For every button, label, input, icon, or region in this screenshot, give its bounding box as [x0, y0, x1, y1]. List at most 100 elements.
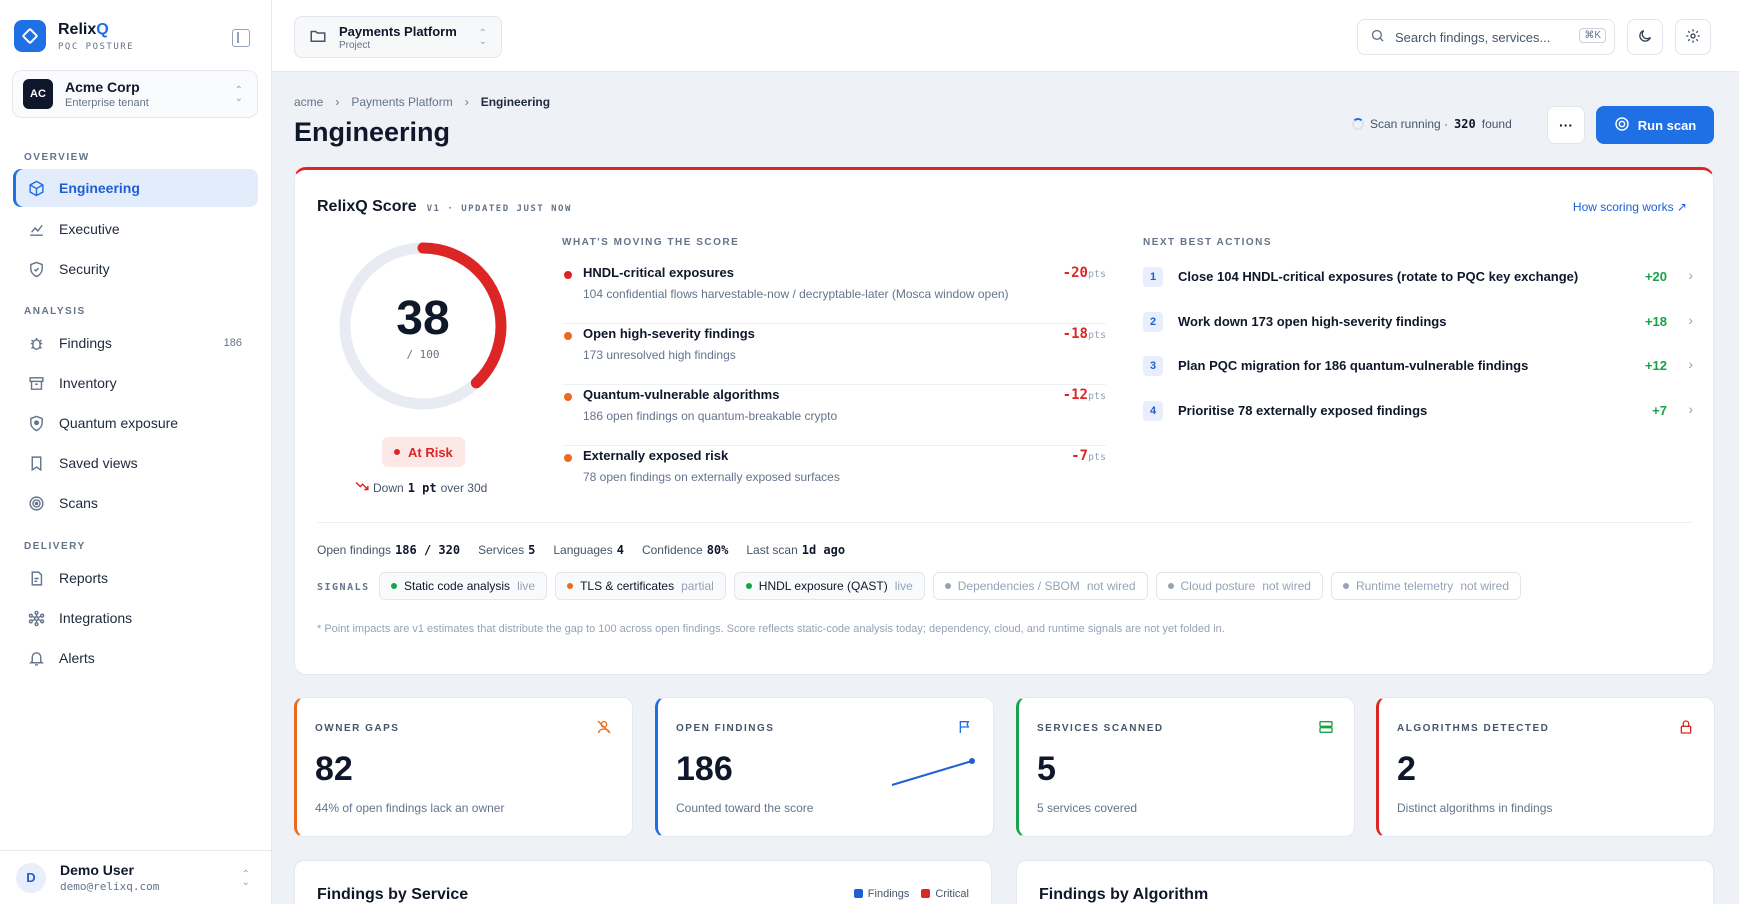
breadcrumb-item[interactable]: Payments Platform — [351, 95, 452, 109]
kpi-value: 2 — [1397, 750, 1416, 788]
kpi-title: OPEN FINDINGS — [676, 723, 775, 734]
kpi-card-services-scanned[interactable]: SERVICES SCANNED 5 5 services covered — [1016, 697, 1355, 837]
signal-chip[interactable]: HNDL exposure (QAST) live — [733, 572, 925, 600]
breadcrumb-item[interactable]: acme — [294, 95, 323, 109]
mover-title: Open high-severity findings — [583, 326, 755, 341]
run-scan-button[interactable]: Run scan — [1596, 106, 1714, 144]
user-menu[interactable]: D Demo User demo@relixq.com ⌃ ⌄ — [0, 850, 272, 904]
tenant-switcher[interactable]: AC Acme Corp Enterprise tenant ⌃ ⌄ — [12, 70, 258, 118]
kpi-title: SERVICES SCANNED — [1037, 723, 1164, 734]
action-item[interactable]: 4 Prioritise 78 externally exposed findi… — [1143, 395, 1693, 435]
sidebar-item-executive[interactable]: Executive — [13, 210, 258, 248]
mover-subtitle: 104 confidential flows harvestable-now /… — [583, 287, 1009, 301]
findings-count-badge: 186 — [223, 337, 242, 349]
findings-by-service-card: Findings by Service Findings Critical — [294, 860, 992, 904]
mover-title: Externally exposed risk — [583, 448, 729, 463]
archive-icon — [27, 374, 45, 392]
folder-icon — [309, 27, 327, 48]
list-item[interactable]: HNDL-critical exposures 104 confidential… — [562, 263, 1106, 324]
user-off-icon — [596, 719, 612, 738]
sidebar-item-scans[interactable]: Scans — [13, 484, 258, 522]
gear-icon — [1685, 28, 1701, 47]
score-max: / 100 — [406, 348, 440, 361]
action-item[interactable]: 3 Plan PQC migration for 186 quantum-vul… — [1143, 350, 1693, 390]
kpi-card-algorithms-detected[interactable]: ALGORITHMS DETECTED 2 Distinct algorithm… — [1376, 697, 1715, 837]
chevron-right-icon: › — [1688, 356, 1693, 372]
chevron-updown-icon: ⌃ ⌄ — [241, 869, 250, 888]
action-title: Prioritise 78 externally exposed finding… — [1178, 403, 1428, 418]
list-item[interactable]: Open high-severity findings 173 unresolv… — [562, 324, 1106, 385]
theme-toggle-button[interactable] — [1627, 19, 1663, 55]
chart-legend: Findings Critical — [853, 888, 969, 900]
action-item[interactable]: 1 Close 104 HNDL-critical exposures (rot… — [1143, 261, 1693, 301]
mover-title: HNDL-critical exposures — [583, 265, 734, 280]
signal-chip[interactable]: TLS & certificates partial — [555, 572, 726, 600]
score-meta: V1 · UPDATED JUST NOW — [426, 204, 572, 214]
tenant-avatar: AC — [23, 79, 53, 109]
signal-chip[interactable]: Cloud posture not wired — [1155, 572, 1323, 600]
sidebar-item-quantum-exposure[interactable]: Quantum exposure — [13, 404, 258, 442]
kpi-subtitle: 5 services covered — [1037, 801, 1138, 815]
sidebar-item-label: Integrations — [59, 610, 133, 626]
stat-open-findings: Open findings 186 / 320 — [317, 543, 461, 557]
signal-chip[interactable]: Runtime telemetry not wired — [1330, 572, 1522, 600]
sidebar-item-alerts[interactable]: Alerts — [13, 639, 258, 677]
action-points: +7 — [1652, 403, 1667, 418]
kpi-card-open-findings[interactable]: OPEN FINDINGS 186 Counted toward the sco… — [655, 697, 994, 837]
sidebar-item-findings[interactable]: Findings 186 — [13, 324, 258, 362]
card-title: Findings by Algorithm — [1039, 886, 1209, 903]
search-input[interactable]: Search findings, services... ⌘K — [1357, 19, 1615, 55]
brand-logo-icon — [14, 20, 46, 52]
sidebar-item-inventory[interactable]: Inventory — [13, 364, 258, 402]
action-number: 4 — [1143, 401, 1163, 421]
search-shortcut: ⌘K — [1579, 28, 1606, 43]
sidebar-item-engineering[interactable]: Engineering — [13, 169, 258, 207]
status-dot — [745, 583, 752, 589]
sidebar-item-saved-views[interactable]: Saved views — [13, 444, 258, 482]
sidebar-item-security[interactable]: Security — [13, 250, 258, 288]
project-switcher[interactable]: Payments Platform Project ⌃ ⌄ — [294, 16, 502, 58]
how-scoring-works-link[interactable]: How scoring works ↗ — [1573, 200, 1687, 214]
search-icon — [1370, 28, 1385, 46]
more-options-button[interactable]: ··· — [1547, 106, 1585, 144]
kpi-subtitle: 44% of open findings lack an owner — [315, 801, 505, 815]
sidebar-item-label: Inventory — [59, 375, 117, 391]
signal-chip[interactable]: Dependencies / SBOM not wired — [932, 572, 1148, 600]
brand-name: RelixQ — [58, 20, 109, 38]
sidebar: RelixQ PQC POSTURE AC Acme Corp Enterpri… — [0, 0, 272, 904]
flag-icon — [957, 719, 973, 738]
spinner-icon — [1352, 118, 1364, 130]
chevron-updown-icon: ⌃ ⌄ — [478, 28, 487, 47]
mover-points: -20pts — [1062, 265, 1106, 281]
action-item[interactable]: 2 Work down 173 open high-severity findi… — [1143, 306, 1693, 346]
stat-last-scan: Last scan 1d ago — [746, 543, 846, 557]
action-number: 1 — [1143, 267, 1163, 287]
score-card: RelixQ Score V1 · UPDATED JUST NOW How s… — [294, 167, 1714, 675]
score-footnote: * Point impacts are v1 estimates that di… — [317, 623, 1225, 635]
stat-services: Services 5 — [478, 543, 536, 557]
collapse-sidebar-icon[interactable] — [232, 29, 250, 47]
status-badge: At Risk — [382, 437, 465, 467]
sidebar-item-label: Findings — [59, 335, 112, 351]
divider — [317, 522, 1693, 523]
status-dot — [567, 583, 574, 589]
legend-item: Critical — [921, 888, 969, 900]
tenant-name: Acme Corp — [65, 79, 140, 95]
stat-confidence: Confidence 80% — [641, 543, 729, 557]
action-number: 2 — [1143, 312, 1163, 332]
breadcrumb: acme › Payments Platform › Engineering — [294, 95, 550, 109]
list-item[interactable]: Quantum-vulnerable algorithms 186 open f… — [562, 385, 1106, 446]
sidebar-item-reports[interactable]: Reports — [13, 559, 258, 597]
sidebar-item-integrations[interactable]: Integrations — [13, 599, 258, 637]
settings-button[interactable] — [1675, 19, 1711, 55]
action-points: +18 — [1644, 314, 1667, 329]
signal-chip[interactable]: Static code analysis live — [379, 572, 548, 600]
chevron-right-icon: › — [464, 95, 469, 109]
kpi-card-owner-gaps[interactable]: OWNER GAPS 82 44% of open findings lack … — [294, 697, 633, 837]
nav-section-overview: OVERVIEW — [24, 152, 90, 163]
list-item[interactable]: Externally exposed risk 78 open findings… — [562, 446, 1106, 507]
score-title: RelixQ Score V1 · UPDATED JUST NOW — [317, 198, 572, 215]
signals-heading: SIGNALS — [317, 582, 370, 593]
brand[interactable]: RelixQ PQC POSTURE — [14, 20, 134, 52]
mover-subtitle: 186 open findings on quantum-breakable c… — [583, 409, 838, 423]
